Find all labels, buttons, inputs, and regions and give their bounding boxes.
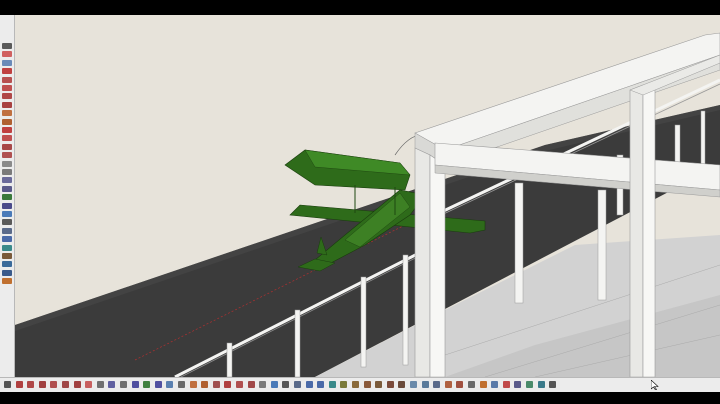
push-pull-tool-button[interactable] (189, 381, 197, 388)
sketchup-window (0, 15, 720, 392)
make-component-tool-button[interactable] (178, 381, 185, 388)
protractor-tool-button[interactable] (2, 169, 12, 175)
pan-tool-button[interactable] (282, 381, 290, 388)
circle-tool-button[interactable] (62, 381, 69, 388)
select-tool-button[interactable] (2, 43, 12, 49)
tape-measure-tool-button[interactable] (96, 381, 104, 388)
scale-tool-button[interactable] (2, 143, 12, 150)
zoom-tool-button[interactable] (294, 381, 301, 388)
protractor-tool-button[interactable] (120, 381, 127, 388)
offset-tool-button[interactable] (2, 152, 12, 159)
shaded-textures-tool-button[interactable] (456, 381, 464, 388)
circle-tool-button[interactable] (2, 93, 12, 100)
polygon-tool-button[interactable] (2, 101, 12, 108)
modeling-viewport[interactable] (15, 15, 720, 377)
arc-tool-button[interactable] (27, 381, 35, 388)
eraser-tool-button[interactable] (85, 381, 93, 388)
scene-drawing[interactable] (15, 15, 720, 377)
line-tool-button[interactable] (2, 68, 12, 75)
section-plane-tool-button[interactable] (2, 278, 12, 285)
left-large-toolset (0, 15, 15, 392)
materials-tool-button[interactable] (502, 381, 510, 388)
wireframe-tool-button[interactable] (421, 381, 429, 388)
shadows-tool-button[interactable] (549, 381, 557, 388)
iso-view-tool-button[interactable] (340, 381, 348, 388)
rotate-tool-button[interactable] (236, 381, 243, 388)
styles-tool-button[interactable] (526, 381, 533, 388)
hidden-line-tool-button[interactable] (433, 381, 441, 388)
walk-tool-button[interactable] (2, 261, 12, 268)
front-view-tool-button[interactable] (363, 381, 371, 388)
components-tool-button[interactable] (491, 381, 499, 388)
axes-tool-button[interactable] (2, 194, 12, 201)
position-camera-tool-button[interactable] (2, 253, 12, 259)
follow-me-tool-button[interactable] (201, 381, 209, 388)
text-tool-button[interactable] (131, 381, 139, 388)
zoom-tool-button[interactable] (2, 227, 12, 234)
tape-measure-tool-button[interactable] (2, 160, 12, 167)
polygon-tool-button[interactable] (73, 381, 81, 388)
monochrome-tool-button[interactable] (468, 381, 475, 388)
zoom-extents-tool-button[interactable] (317, 381, 325, 388)
section-plane-tool-button[interactable] (479, 381, 487, 388)
3d-text-tool-button[interactable] (2, 202, 12, 209)
line-tool-button[interactable] (15, 381, 23, 388)
freehand-tool-button[interactable] (38, 381, 46, 388)
screen-recording-frame (0, 0, 720, 404)
intersect-tool-button[interactable] (259, 381, 267, 388)
dimension-tool-button[interactable] (108, 381, 116, 388)
paint-bucket-tool-button[interactable] (2, 59, 12, 66)
push-pull-tool-button[interactable] (2, 110, 12, 117)
scenes-tool-button[interactable] (537, 381, 545, 388)
bottom-toolbar (0, 377, 720, 392)
axes-tool-button[interactable] (143, 381, 151, 388)
right-view-tool-button[interactable] (375, 381, 383, 388)
layers-tool-button[interactable] (514, 381, 522, 388)
offset-tool-button[interactable] (212, 381, 220, 388)
3d-text-tool-button[interactable] (154, 381, 162, 388)
arc-tool-button[interactable] (2, 76, 12, 83)
xray-tool-button[interactable] (410, 381, 417, 388)
previous-tool-button[interactable] (328, 381, 336, 388)
select-tool-button[interactable] (4, 381, 11, 388)
rectangle-tool-button[interactable] (2, 85, 12, 91)
orbit-tool-button[interactable] (270, 381, 278, 388)
back-view-tool-button[interactable] (386, 381, 394, 388)
pan-tool-button[interactable] (2, 219, 12, 226)
zoom-extents-tool-button[interactable] (2, 236, 12, 243)
rectangle-tool-button[interactable] (50, 381, 58, 388)
dimension-tool-button[interactable] (2, 177, 12, 184)
text-tool-button[interactable] (2, 185, 12, 192)
zoom-window-tool-button[interactable] (305, 381, 313, 388)
previous-view-tool-button[interactable] (2, 244, 12, 251)
scale-tool-button[interactable] (247, 381, 255, 388)
follow-me-tool-button[interactable] (2, 118, 12, 125)
mouse-cursor-icon (651, 380, 659, 390)
orbit-tool-button[interactable] (2, 211, 12, 217)
move-tool-button[interactable] (2, 127, 12, 133)
paint-bucket-tool-button[interactable] (166, 381, 174, 388)
look-around-tool-button[interactable] (2, 269, 12, 276)
left-view-tool-button[interactable] (398, 381, 406, 388)
rotate-tool-button[interactable] (2, 135, 12, 142)
eraser-tool-button[interactable] (2, 51, 12, 58)
top-view-tool-button[interactable] (352, 381, 359, 388)
move-tool-button[interactable] (224, 381, 232, 388)
shaded-tool-button[interactable] (444, 381, 452, 388)
